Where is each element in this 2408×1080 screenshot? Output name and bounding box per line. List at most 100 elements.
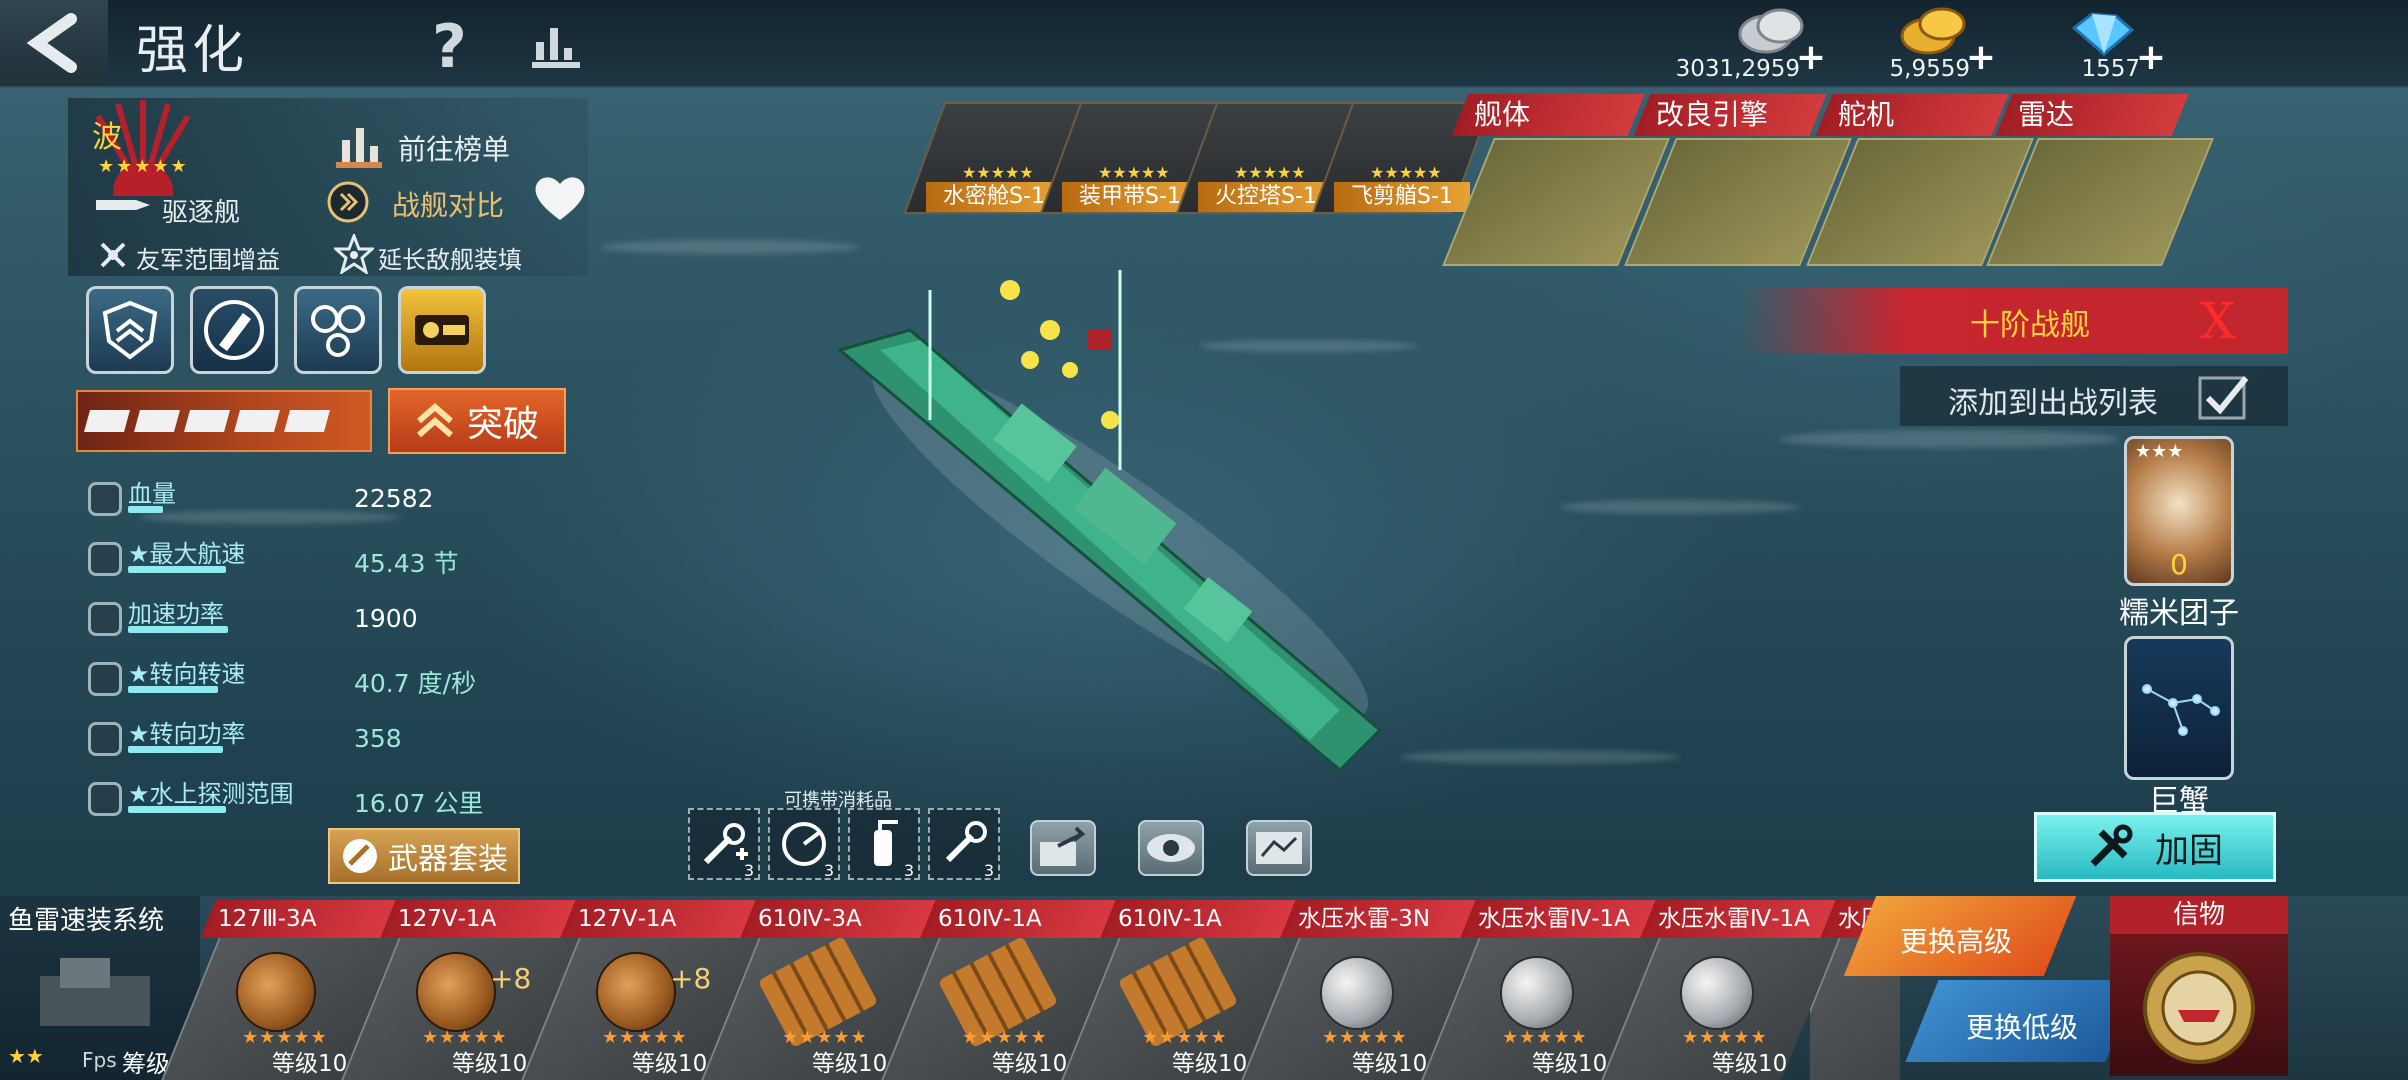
captain-stars: ★★★ (2135, 441, 2184, 462)
ship-stars: ★★★★★ (98, 156, 189, 177)
skill-slot-2[interactable] (190, 286, 278, 374)
wave (1400, 750, 1680, 764)
rank-up-icon (417, 403, 453, 438)
consumable-slot-extinguisher[interactable]: 3 (848, 808, 920, 880)
weapon-name: 水压水雷Ⅳ-1A (1658, 906, 1810, 932)
consumable-slot-repair[interactable]: 3 (688, 808, 760, 880)
stat-label: ★最大航速 (128, 540, 246, 568)
part-tab-rudder[interactable]: 舵机 (1806, 94, 2034, 268)
part-label: 舰体 (1474, 98, 1531, 131)
part-tab-engine[interactable]: 改良引擎 (1624, 94, 1852, 268)
share-icon (1040, 826, 1086, 866)
ranking-icon[interactable] (528, 22, 584, 74)
add-silver-icon[interactable]: + (1796, 37, 1826, 78)
equip-stars: ★★★★★ (962, 163, 1034, 182)
part-label: 改良引擎 (1656, 98, 1769, 131)
weapon-name: 610Ⅳ-1A (938, 906, 1042, 932)
leaderboard-icon (336, 128, 382, 168)
stat-row: 加速功率 1900 (80, 598, 460, 642)
weapon-kit-button[interactable]: 武器套装 (328, 828, 520, 884)
checkbox-icon[interactable] (2196, 372, 2254, 422)
stat-label: 血量 (128, 480, 176, 508)
stat-row: ★转向功率 358 (80, 718, 460, 762)
reload-debuff-icon (334, 234, 374, 274)
stat-label: ★转向功率 (128, 720, 246, 748)
relic-emblem-icon (2143, 952, 2255, 1064)
weapon-kit-label: 武器套装 (388, 842, 508, 877)
ally-buff-icon (100, 242, 126, 268)
weapon-name: 127Ⅴ-1A (398, 906, 497, 932)
go-to-leaderboard[interactable]: 前往榜单 (398, 128, 510, 168)
gun-turret-icon (416, 952, 496, 1032)
part-tab-hull[interactable]: 舰体 (1442, 94, 1670, 268)
diamond-resource[interactable]: 1557 + (2016, 4, 2166, 84)
add-diamond-icon[interactable]: + (2136, 37, 2166, 78)
weapon-level: 等级10 (1532, 1051, 1608, 1077)
help-icon[interactable]: ? (432, 12, 467, 82)
breakthrough-button[interactable]: 突破 (388, 388, 566, 454)
part-label: 雷达 (2018, 98, 2075, 131)
view-button[interactable] (1138, 820, 1204, 876)
equip-stars: ★★★★★ (1370, 163, 1442, 182)
depth-charge-icon (1500, 956, 1574, 1030)
stat-icon (88, 482, 122, 516)
weapon-level: 等级10 (272, 1051, 348, 1077)
skill-slot-4[interactable] (398, 286, 486, 374)
reinforce-button[interactable]: 加固 (2034, 812, 2276, 882)
weapon-name: 610Ⅳ-3A (758, 906, 862, 932)
gold-resource[interactable]: 5,9559 + (1846, 4, 1996, 84)
weapon-level: 等级10 (452, 1051, 528, 1077)
weapon-level: 等级10 (632, 1051, 708, 1077)
stat-label: ★水上探测范围 (128, 780, 294, 808)
equip-stars: ★★★★★ (1098, 163, 1170, 182)
gun-turret-icon (236, 952, 316, 1032)
cancer-constellation-icon (2142, 684, 2220, 736)
system-stars: ★★ (8, 1044, 44, 1068)
stat-bar (128, 626, 228, 633)
stat-value: 22582 (354, 484, 434, 513)
weapon-name: 水压水雷-3N (1298, 906, 1431, 932)
destroyer-type-icon (96, 200, 150, 210)
weapon-name: 水压水雷Ⅳ-1A (1478, 906, 1630, 932)
relic-slot[interactable]: 信物 (2110, 896, 2288, 1076)
captain-portrait[interactable]: ★★★ 0 (2124, 436, 2234, 586)
part-label: 舵机 (1838, 98, 1895, 131)
stat-value: 45.43 节 (354, 549, 459, 578)
share-button[interactable] (1030, 820, 1096, 876)
skill-slot-3[interactable] (294, 286, 382, 374)
consumable-count: 3 (983, 861, 994, 880)
silver-resource[interactable]: 3031,2959 + (1676, 4, 1826, 84)
consumable-count: 3 (823, 861, 834, 880)
consumable-count: 3 (743, 861, 754, 880)
back-button[interactable] (0, 0, 108, 86)
consumable-slot-damage-control[interactable]: 3 (928, 808, 1000, 880)
add-to-battle-list[interactable]: 添加到出战列表 (1900, 366, 2288, 426)
shield-skill-icon (102, 300, 158, 360)
diamond-icon (2071, 12, 2135, 56)
back-arrow-icon (26, 13, 77, 73)
stat-value: 40.7 度/秒 (354, 669, 477, 698)
ship-compare[interactable]: 战舰对比 (392, 184, 504, 224)
zodiac-slot[interactable] (2124, 636, 2234, 780)
diamond-amount: 1557 (2081, 56, 2140, 82)
weapon-name: 127Ⅴ-1A (578, 906, 677, 932)
buff-ally-range: 友军范围增益 (136, 246, 280, 274)
stat-value: 16.07 公里 (354, 789, 484, 818)
stat-bar (128, 506, 163, 513)
favorite-heart-icon[interactable] (532, 172, 588, 224)
weapon-level: 等级10 (812, 1051, 888, 1077)
captain-level: 0 (2170, 548, 2188, 581)
skill-slot-1[interactable] (86, 286, 174, 374)
add-gold-icon[interactable]: + (1966, 37, 1996, 78)
consumable-slot-radar[interactable]: 3 (768, 808, 840, 880)
ship-name: 波 (92, 120, 122, 155)
gold-amount: 5,9559 (1889, 56, 1970, 82)
gun-turret-icon (596, 952, 676, 1032)
depth-charge-icon (1680, 956, 1754, 1030)
part-tab-radar[interactable]: 雷达 (1986, 94, 2214, 268)
map-button[interactable] (1246, 820, 1312, 876)
silver-amount: 3031,2959 (1675, 56, 1800, 82)
equip-label: 飞剪艏S-1 (1334, 182, 1470, 212)
weapon-level: 等级10 (1712, 1051, 1788, 1077)
weapon-slot[interactable]: 水压水雷Ⅳ-1A ★★★★★ 等级10 (1601, 900, 1839, 1080)
